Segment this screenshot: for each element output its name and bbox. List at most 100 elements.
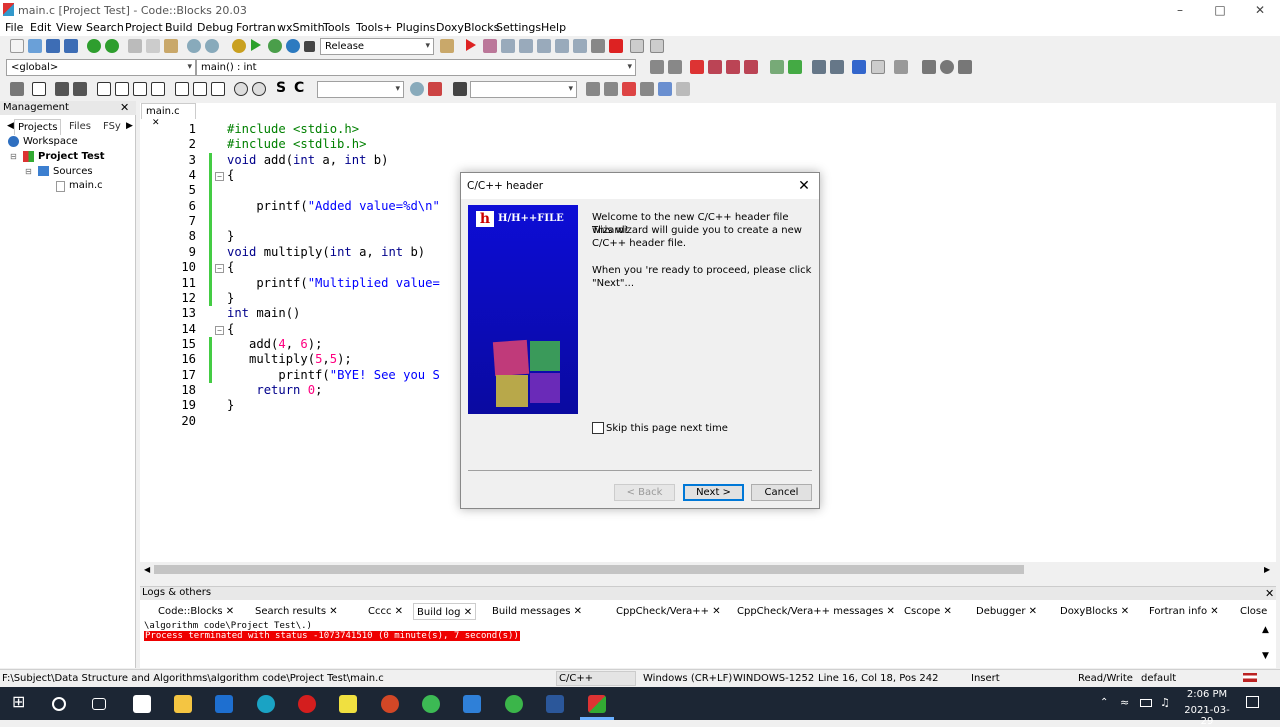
- search-taskbar-icon[interactable]: [52, 697, 66, 711]
- log-scroll-down-icon[interactable]: ▼: [1262, 651, 1269, 661]
- code-line[interactable]: {: [227, 260, 234, 274]
- highlight-icon[interactable]: [788, 60, 802, 74]
- tree-sources[interactable]: Sources: [53, 166, 93, 177]
- editor-tab-main[interactable]: main.c ✕: [141, 103, 196, 128]
- save-all-icon[interactable]: [64, 39, 78, 53]
- skip-page-checkbox[interactable]: [592, 422, 604, 434]
- new-file-icon[interactable]: [10, 39, 24, 53]
- prev-bookmark-icon[interactable]: [708, 60, 722, 74]
- log-tab-doxyblocks[interactable]: DoxyBlocks ✕: [1060, 603, 1129, 620]
- box-a-icon[interactable]: [97, 82, 111, 96]
- box-b-icon[interactable]: [115, 82, 129, 96]
- horizontal-scrollbar[interactable]: ◀ ▶: [140, 562, 1276, 577]
- comment-icon[interactable]: [812, 60, 826, 74]
- opera-icon[interactable]: [298, 695, 316, 713]
- search-icon[interactable]: [410, 82, 424, 96]
- shape-a-icon[interactable]: [55, 82, 69, 96]
- build-and-run-icon[interactable]: [268, 39, 282, 53]
- file-explorer-icon[interactable]: [174, 695, 192, 713]
- menu-doxyblocks[interactable]: DoxyBlocks: [436, 21, 499, 34]
- next-line-jump-icon[interactable]: [958, 60, 972, 74]
- tree-project[interactable]: Project Test: [38, 151, 105, 162]
- abort-icon[interactable]: [304, 41, 315, 52]
- next-button[interactable]: Next >: [683, 484, 744, 501]
- debug-windows-icon[interactable]: [630, 39, 644, 53]
- stop-debug-icon[interactable]: [609, 39, 623, 53]
- dialog-close-icon[interactable]: ✕: [794, 177, 814, 195]
- menu-fortran[interactable]: Fortran: [236, 21, 276, 34]
- code-line[interactable]: {: [227, 168, 234, 182]
- zoom-in-icon[interactable]: [234, 82, 248, 96]
- log-tab-build-log[interactable]: Build log ✕: [413, 603, 477, 620]
- collapse-sources-icon[interactable]: ⊟: [25, 167, 32, 176]
- fold-toggle-icon[interactable]: −: [215, 264, 224, 274]
- box-c-icon[interactable]: [133, 82, 147, 96]
- wechat-icon[interactable]: [505, 695, 523, 713]
- step-into-icon[interactable]: [519, 39, 533, 53]
- skip-page-label[interactable]: Skip this page next time: [606, 422, 728, 435]
- search-combo-1[interactable]: [317, 81, 404, 98]
- vscode-icon[interactable]: [463, 695, 481, 713]
- clock-date[interactable]: 2021-03-29: [1178, 705, 1236, 727]
- various-info-icon[interactable]: [650, 39, 664, 53]
- code-line[interactable]: multiply(5,5);: [227, 352, 352, 366]
- find-prev-icon[interactable]: [586, 82, 600, 96]
- menu-help[interactable]: Help: [541, 21, 566, 34]
- codeblocks-taskbar-icon[interactable]: [588, 695, 606, 713]
- code-line[interactable]: printf("BYE! See you S: [227, 368, 439, 382]
- match-brace-icon[interactable]: [770, 60, 784, 74]
- show-target-icon[interactable]: [440, 39, 454, 53]
- code-line[interactable]: }: [227, 229, 234, 243]
- code-line[interactable]: printf("Multiplied value=: [227, 276, 439, 290]
- search-combo-2[interactable]: [470, 81, 577, 98]
- rebuild-icon[interactable]: [286, 39, 300, 53]
- code-line[interactable]: #include <stdio.h>: [227, 122, 359, 136]
- pointer-icon[interactable]: [10, 82, 24, 96]
- uncomment-icon[interactable]: [830, 60, 844, 74]
- paste-icon[interactable]: [164, 39, 178, 53]
- undo-icon[interactable]: [87, 39, 101, 53]
- regex-icon[interactable]: [676, 82, 690, 96]
- maximize-button[interactable]: □: [1200, 0, 1240, 20]
- box-g-icon[interactable]: [211, 82, 225, 96]
- powerpoint-icon[interactable]: [381, 695, 399, 713]
- code-line[interactable]: add(4, 6);: [227, 337, 322, 351]
- edge-icon[interactable]: [257, 695, 275, 713]
- find-next-icon[interactable]: [604, 82, 618, 96]
- battery-icon[interactable]: [1140, 699, 1152, 707]
- tab-scroll-right-icon[interactable]: ▶: [123, 119, 136, 133]
- cancel-button[interactable]: Cancel: [751, 484, 812, 501]
- preferences-icon[interactable]: [894, 60, 908, 74]
- cut-icon[interactable]: [128, 39, 142, 53]
- menu-build[interactable]: Build: [165, 21, 193, 34]
- minimize-button[interactable]: –: [1160, 0, 1200, 20]
- code-line[interactable]: void multiply(int a, int b): [227, 245, 425, 259]
- highlight-text-icon[interactable]: [622, 82, 636, 96]
- doxywizard-icon[interactable]: [852, 60, 866, 74]
- tab-files[interactable]: Files: [66, 119, 94, 134]
- log-tab-fortran[interactable]: Fortran info ✕: [1149, 603, 1219, 620]
- fold-toggle-icon[interactable]: −: [215, 325, 224, 335]
- save-icon[interactable]: [46, 39, 60, 53]
- jump-back-icon[interactable]: [650, 60, 664, 74]
- log-tab-cppcheck[interactable]: CppCheck/Vera++ ✕: [616, 603, 721, 620]
- collapse-project-icon[interactable]: ⊟: [10, 152, 17, 161]
- pause-icon[interactable]: [591, 39, 605, 53]
- word-icon[interactable]: [546, 695, 564, 713]
- function-select[interactable]: main() : int: [196, 59, 636, 76]
- next-line-icon[interactable]: [501, 39, 515, 53]
- menu-plugins[interactable]: Plugins: [396, 21, 435, 34]
- code-line[interactable]: printf("Added value=%d\n": [227, 199, 439, 213]
- clear-search-icon[interactable]: [453, 82, 467, 96]
- menu-settings[interactable]: Settings: [496, 21, 541, 34]
- menu-view[interactable]: View: [56, 21, 82, 34]
- build-gear-icon[interactable]: [232, 39, 246, 53]
- symbol-s-button[interactable]: S: [276, 80, 286, 96]
- menu-edit[interactable]: Edit: [30, 21, 51, 34]
- tray-chevron-icon[interactable]: ⌃: [1100, 697, 1108, 708]
- log-tab-close[interactable]: Close: [1240, 603, 1267, 620]
- menu-file[interactable]: File: [5, 21, 23, 34]
- log-tab-codeblocks[interactable]: Code::Blocks ✕: [158, 603, 234, 620]
- symbol-c-button[interactable]: C: [294, 80, 304, 96]
- log-scroll-up-icon[interactable]: ▲: [1262, 625, 1269, 635]
